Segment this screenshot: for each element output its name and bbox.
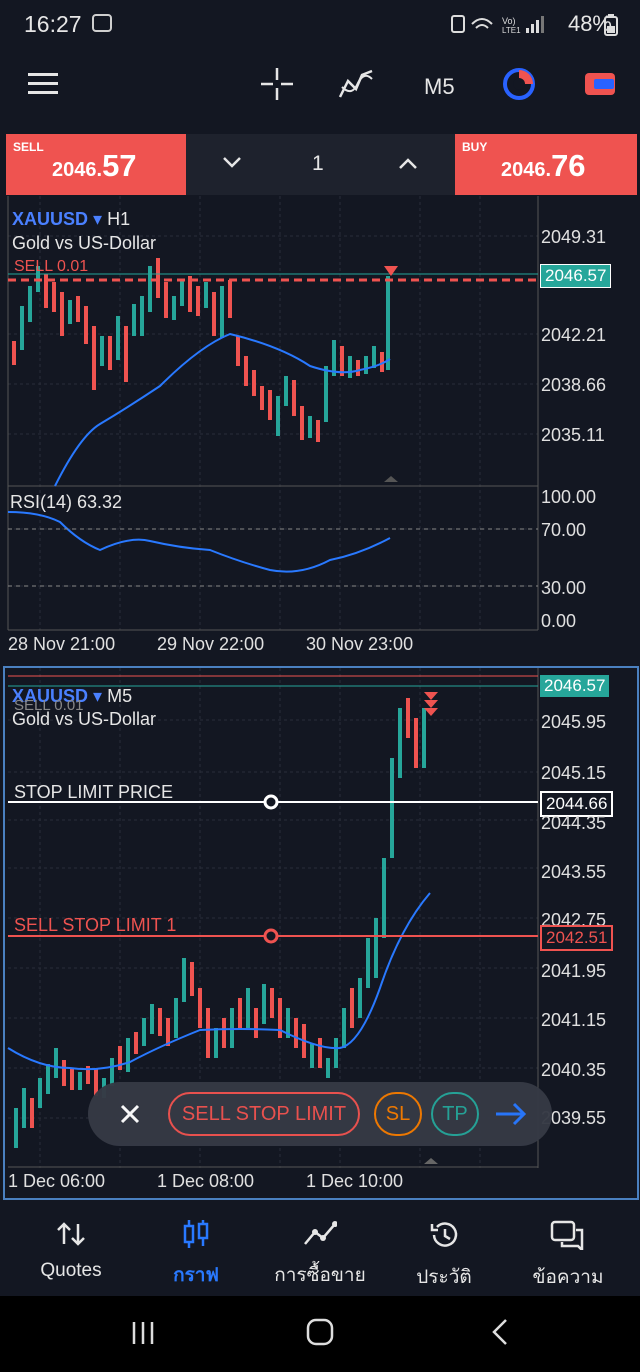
stop-limit-label: STOP LIMIT PRICE [14, 782, 174, 802]
clock-icon[interactable] [502, 67, 536, 101]
m5-price-label-4: 2043.55 [541, 862, 607, 882]
nav-messages[interactable]: ข้อความ [508, 1220, 628, 1292]
orders-icon[interactable] [584, 70, 616, 98]
order-type-button[interactable]: SELL STOP LIMIT [168, 1092, 360, 1136]
h1-price-label-1: 2049.31 [541, 227, 607, 247]
stop-limit-handle[interactable] [263, 794, 279, 810]
rsi-label: RSI(14) 63.32 [10, 492, 123, 512]
signal-icons: Vo) LTE1 [451, 15, 544, 35]
h1-position-label: SELL 0.01 [14, 258, 89, 275]
arrow-right-icon[interactable] [494, 1102, 528, 1126]
h1-price-label-2: 2042.21 [541, 325, 607, 345]
tp-button[interactable]: TP [431, 1092, 479, 1136]
timeframe-button[interactable]: M5 [424, 74, 455, 100]
close-icon[interactable] [120, 1104, 140, 1124]
bottom-navigation: Quotes กราฟ การซื้อขาย ประวัติ ข้อความ [0, 1200, 640, 1296]
recent-apps-icon[interactable] [130, 1320, 156, 1346]
h1-time-label-2: 29 Nov 22:00 [157, 634, 265, 654]
svg-text:Vo): Vo) [502, 16, 516, 26]
m5-current-price-tag: 2046.57 [540, 675, 610, 697]
m5-description: Gold vs US-Dollar [12, 709, 157, 729]
m5-time-label-3: 1 Dec 10:00 [306, 1171, 404, 1191]
menu-icon[interactable] [28, 72, 60, 96]
h1-current-price-tag: 2046.57 [540, 264, 612, 288]
m5-price-label-1: 2045.95 [541, 712, 607, 732]
h1-description: Gold vs US-Dollar [12, 233, 157, 253]
home-icon[interactable] [306, 1318, 334, 1346]
sell-price: 2046.57 [52, 148, 137, 183]
chart-icon [183, 1220, 209, 1248]
svg-text:LTE1: LTE1 [502, 26, 521, 35]
buy-button[interactable]: BUY 2046.76 [455, 134, 637, 195]
m5-price-label-8: 2040.35 [541, 1060, 607, 1080]
sell-stop-limit-price-tag: 2042.51 [540, 925, 614, 951]
sl-button[interactable]: SL [374, 1092, 422, 1136]
trade-icon [304, 1221, 338, 1245]
buy-price: 2046.76 [501, 148, 586, 183]
messages-icon [550, 1220, 584, 1254]
back-icon[interactable] [490, 1318, 510, 1346]
order-bar: SELL STOP LIMIT SL TP [88, 1082, 552, 1146]
m5-time-label-1: 1 Dec 06:00 [8, 1171, 106, 1191]
status-time: 16:27 [24, 11, 82, 37]
lot-value[interactable]: 1 [312, 152, 324, 176]
sell-label: SELL [13, 140, 44, 154]
m5-price-label-2: 2045.15 [541, 763, 607, 783]
rsi-axis-30: 30.00 [541, 578, 587, 598]
m5-price-label-6: 2041.95 [541, 961, 607, 981]
sell-button[interactable]: SELL 2046.57 [6, 134, 186, 195]
m5-price-label-7: 2041.15 [541, 1010, 607, 1030]
chart-toolbar: M5 [0, 50, 640, 130]
screenshot-icon [92, 14, 112, 32]
chevron-down-icon[interactable] [222, 156, 242, 170]
h1-moving-average [54, 332, 391, 487]
m5-price-label-3: 2044.35 [541, 813, 607, 833]
nav-trade[interactable]: การซื้อขาย [260, 1220, 380, 1290]
rsi-axis-100: 100.00 [541, 487, 597, 507]
h1-symbol: XAUUSD ▾ H1 [12, 209, 131, 229]
h1-time-label-3: 30 Nov 23:00 [306, 634, 414, 654]
battery-icon [604, 14, 618, 36]
history-icon [430, 1222, 458, 1247]
nav-chart[interactable]: กราฟ [136, 1220, 256, 1290]
chevron-up-icon[interactable] [398, 156, 418, 170]
h1-price-label-4: 2035.11 [541, 425, 605, 445]
lot-selector: 1 [186, 134, 455, 195]
nav-history[interactable]: ประวัติ [384, 1220, 504, 1292]
h1-time-label-1: 28 Nov 21:00 [8, 634, 116, 654]
h1-price-label-3: 2038.66 [541, 375, 607, 395]
sell-stop-limit-label: SELL STOP LIMIT 1 [14, 915, 177, 935]
status-bar: 16:27 Vo) LTE1 48% [0, 0, 640, 50]
indicators-icon[interactable] [338, 67, 374, 101]
crosshair-icon[interactable] [260, 67, 294, 101]
rsi-line [7, 511, 391, 573]
rsi-axis-0: 0.00 [541, 611, 577, 631]
buy-label: BUY [462, 140, 488, 154]
rsi-axis-70: 70.00 [541, 520, 587, 540]
m5-time-label-2: 1 Dec 08:00 [157, 1171, 255, 1191]
sell-stop-limit-handle[interactable] [263, 928, 279, 944]
quotes-icon [57, 1222, 85, 1246]
system-navigation [0, 1296, 640, 1372]
nav-quotes[interactable]: Quotes [11, 1220, 131, 1282]
